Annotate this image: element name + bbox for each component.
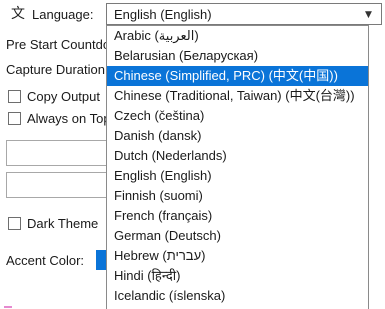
language-option-highlighted[interactable]: Chinese (Simplified, PRC) (中文(中国)) (107, 66, 368, 86)
language-option[interactable]: Chinese (Traditional, Taiwan) (中文(台灣)) (107, 86, 368, 106)
language-option[interactable]: English (English) (107, 166, 368, 186)
translate-icon: 文 (11, 6, 25, 22)
accent-color-label: Accent Color: (6, 253, 85, 268)
language-dropdown-list[interactable]: Arabic (العربية) Belarusian (Беларуская)… (106, 25, 369, 309)
pink-marker (4, 306, 12, 308)
language-option[interactable]: German (Deutsch) (107, 226, 368, 246)
dark-theme-checkbox[interactable] (8, 217, 21, 230)
language-label: Language: (32, 7, 94, 22)
dark-theme-label: Dark Theme (27, 216, 99, 231)
always-on-top-label: Always on Top (27, 111, 111, 126)
copy-output-label: Copy Output (27, 89, 100, 104)
language-option[interactable]: Danish (dansk) (107, 126, 368, 146)
copy-output-checkbox[interactable] (8, 90, 21, 103)
language-option[interactable]: Hebrew (עברית) (107, 246, 368, 266)
language-option[interactable]: French (français) (107, 206, 368, 226)
language-option[interactable]: Hindi (हिन्दी) (107, 266, 368, 286)
language-select-value: English (English) (114, 7, 212, 22)
language-select[interactable]: English (English) ▼ (106, 3, 382, 25)
language-option[interactable]: Arabic (العربية) (107, 26, 368, 46)
always-on-top-checkbox[interactable] (8, 112, 21, 125)
language-option[interactable]: Dutch (Nederlands) (107, 146, 368, 166)
capture-duration-label: Capture Duration (6, 62, 105, 77)
language-option[interactable]: Icelandic (íslenska) (107, 286, 368, 306)
language-option[interactable]: Czech (čeština) (107, 106, 368, 126)
language-option[interactable]: Finnish (suomi) (107, 186, 368, 206)
language-option[interactable]: Belarusian (Беларуская) (107, 46, 368, 66)
dropdown-right-edge (369, 25, 385, 309)
chevron-down-icon: ▼ (365, 10, 372, 20)
